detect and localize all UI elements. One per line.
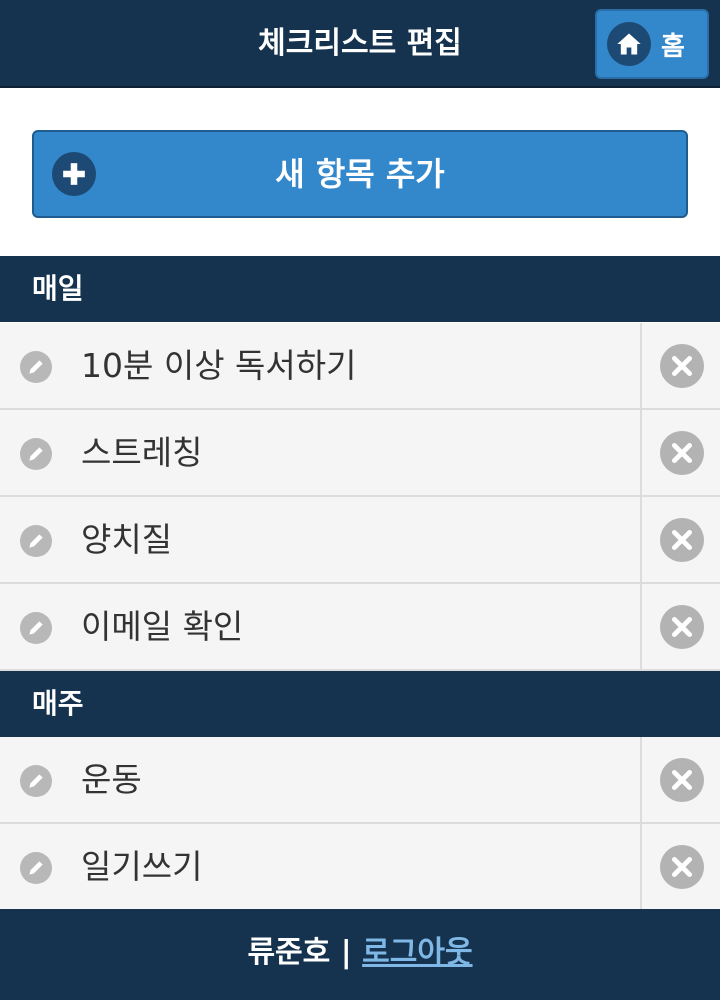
- close-icon: [671, 442, 693, 464]
- edit-item-button[interactable]: 운동: [0, 737, 640, 822]
- pencil-icon: [20, 852, 52, 884]
- edit-item-button[interactable]: 스트레칭: [0, 410, 640, 495]
- list-item: 운동: [0, 737, 720, 824]
- row-divider: [640, 323, 642, 408]
- list-item: 10분 이상 독서하기: [0, 323, 720, 410]
- row-divider: [640, 410, 642, 495]
- item-label: 10분 이상 독서하기: [81, 346, 357, 385]
- delete-button[interactable]: [660, 431, 704, 475]
- row-divider: [640, 497, 642, 582]
- row-divider: [640, 584, 642, 669]
- delete-button[interactable]: [660, 344, 704, 388]
- home-label: 홈: [661, 31, 685, 62]
- pencil-icon: [20, 351, 52, 383]
- list-item: 일기쓰기: [0, 824, 720, 911]
- edit-item-button[interactable]: 일기쓰기: [0, 824, 640, 909]
- close-icon: [671, 856, 693, 878]
- add-area: 새 항목 추가: [0, 88, 720, 256]
- add-item-button[interactable]: 새 항목 추가: [32, 130, 688, 218]
- home-button[interactable]: 홈: [595, 9, 709, 79]
- row-divider: [640, 824, 642, 909]
- footer-separator: |: [340, 935, 352, 970]
- item-label: 스트레칭: [81, 433, 203, 472]
- header-bar: 체크리스트 편집 홈: [0, 0, 720, 88]
- pencil-icon: [20, 525, 52, 557]
- edit-item-button[interactable]: 양치질: [0, 497, 640, 582]
- home-icon: [607, 22, 651, 66]
- delete-button[interactable]: [660, 605, 704, 649]
- close-icon: [671, 616, 693, 638]
- item-label: 운동: [81, 760, 142, 799]
- add-item-label: 새 항목 추가: [275, 155, 445, 193]
- user-name: 류준호: [247, 935, 331, 970]
- row-divider: [640, 737, 642, 822]
- edit-item-button[interactable]: 10분 이상 독서하기: [0, 323, 640, 408]
- pencil-icon: [20, 438, 52, 470]
- logout-link[interactable]: 로그아웃: [362, 935, 472, 970]
- footer-bar: 류준호 | 로그아웃: [0, 909, 720, 1000]
- list-item: 이메일 확인: [0, 584, 720, 671]
- item-label: 이메일 확인: [81, 607, 244, 646]
- pencil-icon: [20, 765, 52, 797]
- list-item: 양치질: [0, 497, 720, 584]
- close-icon: [671, 769, 693, 791]
- pencil-icon: [20, 612, 52, 644]
- item-label: 일기쓰기: [81, 847, 203, 886]
- section-header-daily: 매일: [0, 256, 720, 322]
- section-header-weekly: 매주: [0, 671, 720, 737]
- item-label: 양치질: [81, 520, 173, 559]
- close-icon: [671, 355, 693, 377]
- close-icon: [671, 529, 693, 551]
- edit-item-button[interactable]: 이메일 확인: [0, 584, 640, 669]
- delete-button[interactable]: [660, 518, 704, 562]
- delete-button[interactable]: [660, 845, 704, 889]
- delete-button[interactable]: [660, 758, 704, 802]
- list-item: 스트레칭: [0, 410, 720, 497]
